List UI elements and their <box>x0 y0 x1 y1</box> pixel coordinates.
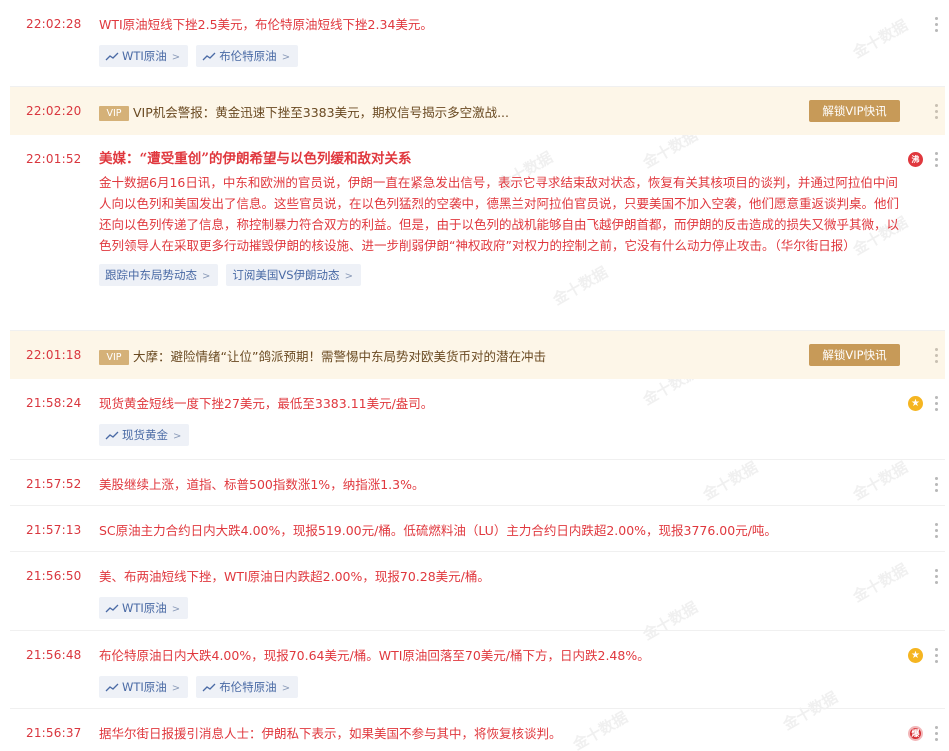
news-item[interactable]: 21:56:48 布伦特原油日内大跌4.00%，现报70.64美元/桶。WTI原… <box>10 631 945 709</box>
unlock-vip-button[interactable]: 解锁VIP快讯 <box>809 100 900 122</box>
tag-spot-gold[interactable]: 现货黄金 > <box>99 424 190 446</box>
unlock-vip-button[interactable]: 解锁VIP快讯 <box>809 344 900 366</box>
news-item[interactable]: 22:01:52 美媒：“遭受重创”的伊朗希望与以色列缓和敌对关系 金十数据6月… <box>10 135 945 331</box>
news-text: 据华尔街日报援引消息人士：伊朗私下表示，如果美国不参与其中，将恢复核谈判。 <box>99 726 562 741</box>
news-time: 22:02:28 <box>26 17 82 31</box>
trend-line-icon <box>105 52 119 61</box>
tag-wti-oil[interactable]: WTI原油 > <box>99 45 189 67</box>
news-headline: 美媒：“遭受重创”的伊朗希望与以色列缓和敌对关系 <box>99 151 412 167</box>
vip-badge: VIP <box>99 106 129 121</box>
tag-middle-east[interactable]: 跟踪中东局势动态 > <box>99 264 219 286</box>
news-time: 21:58:24 <box>26 396 82 410</box>
hot-badge-icon: 沸 <box>908 152 923 167</box>
news-item[interactable]: 21:56:37 据华尔街日报援引消息人士：伊朗私下表示，如果美国不参与其中，将… <box>10 709 945 751</box>
news-text: 布伦特原油日内大跌4.00%，现报70.64美元/桶。WTI原油回落至70美元/… <box>99 648 650 663</box>
chevron-right-icon: > <box>171 683 181 694</box>
tag-wti-oil[interactable]: WTI原油 > <box>99 676 189 698</box>
news-text: 现货黄金短线一度下挫27美元，最低至3383.11美元/盎司。 <box>99 396 434 411</box>
news-text: 大摩：避险情绪“让位”鸽派预期！需警惕中东局势对欧美货币对的潜在冲击 <box>133 349 546 364</box>
vip-news-item[interactable]: 22:02:20 VIP VIP机会警报：黄金迅速下挫至3383美元，期权信号揭示… <box>10 87 945 135</box>
trend-line-icon <box>202 52 216 61</box>
more-options-icon[interactable] <box>933 396 939 412</box>
vip-news-item[interactable]: 22:01:18 VIP 大摩：避险情绪“让位”鸽派预期！需警惕中东局势对欧美货币… <box>10 331 945 379</box>
tag-us-vs-iran[interactable]: 订阅美国VS伊朗动态 > <box>226 264 361 286</box>
news-text: SC原油主力合约日内大跌4.00%，现报519.00元/桶。低硫燃料油（LU）主… <box>99 523 777 538</box>
news-text: 美、布两油短线下挫，WTI原油日内跌超2.00%，现报70.28美元/桶。 <box>99 569 490 584</box>
more-options-icon[interactable] <box>933 648 939 664</box>
trend-line-icon <box>105 683 119 692</box>
chevron-right-icon: > <box>173 431 182 442</box>
news-item[interactable]: 22:02:28 WTI原油短线下挫2.5美元，布伦特原油短线下挫2.34美元。… <box>10 0 945 87</box>
chevron-right-icon: > <box>281 52 291 63</box>
burst-badge-icon: 爆 <box>908 726 923 741</box>
vip-badge: VIP <box>99 350 129 365</box>
chevron-right-icon: > <box>202 271 211 282</box>
news-text: VIP机会警报：黄金迅速下挫至3383美元，期权信号揭示多空激战... <box>133 105 510 120</box>
news-time: 21:57:13 <box>26 523 82 537</box>
tag-brent-oil[interactable]: 布伦特原油 > <box>196 676 299 698</box>
more-options-icon[interactable] <box>933 152 939 168</box>
news-time: 22:01:52 <box>26 152 82 166</box>
news-text: WTI原油短线下挫2.5美元，布伦特原油短线下挫2.34美元。 <box>99 17 433 32</box>
news-time: 21:56:50 <box>26 569 82 583</box>
more-options-icon[interactable] <box>933 726 939 742</box>
chevron-right-icon: > <box>171 52 181 63</box>
more-options-icon[interactable] <box>933 477 939 493</box>
tag-brent-oil[interactable]: 布伦特原油 > <box>196 45 299 67</box>
star-badge-icon: ★ <box>908 396 923 411</box>
trend-line-icon <box>202 683 216 692</box>
news-text: 金十数据6月16日讯，中东和欧洲的官员说，伊朗一直在紧急发出信号，表示它寻求结束… <box>99 175 900 253</box>
tag-wti-oil[interactable]: WTI原油 > <box>99 597 189 619</box>
news-time: 22:01:18 <box>26 348 82 362</box>
news-item[interactable]: 21:57:13 SC原油主力合约日内大跌4.00%，现报519.00元/桶。低… <box>10 506 945 552</box>
more-options-icon[interactable] <box>933 523 939 539</box>
news-time: 21:56:48 <box>26 648 82 662</box>
news-item[interactable]: 21:56:50 美、布两油短线下挫，WTI原油日内跌超2.00%，现报70.2… <box>10 552 945 631</box>
more-options-icon[interactable] <box>933 569 939 585</box>
news-time: 21:57:52 <box>26 477 82 491</box>
news-item[interactable]: 21:57:52 美股继续上涨，道指、标普500指数涨1%，纳指涨1.3%。 <box>10 460 945 506</box>
news-text: 美股继续上涨，道指、标普500指数涨1%，纳指涨1.3%。 <box>99 477 425 492</box>
flash-news-feed: 金十数据 金十数据 金十数据 金十数据 金十数据 金十数据 金十数据 金十数据 … <box>10 0 945 751</box>
more-options-icon[interactable] <box>933 104 939 120</box>
news-time: 22:02:20 <box>26 104 82 118</box>
chevron-right-icon: > <box>281 683 291 694</box>
star-badge-icon: ★ <box>908 648 923 663</box>
trend-line-icon <box>105 431 119 440</box>
more-options-icon[interactable] <box>933 17 939 33</box>
news-item[interactable]: 21:58:24 现货黄金短线一度下挫27美元，最低至3383.11美元/盎司。… <box>10 379 945 460</box>
chevron-right-icon: > <box>171 604 181 615</box>
chevron-right-icon: > <box>344 271 353 282</box>
more-options-icon[interactable] <box>933 348 939 364</box>
trend-line-icon <box>105 604 119 613</box>
news-time: 21:56:37 <box>26 726 82 740</box>
